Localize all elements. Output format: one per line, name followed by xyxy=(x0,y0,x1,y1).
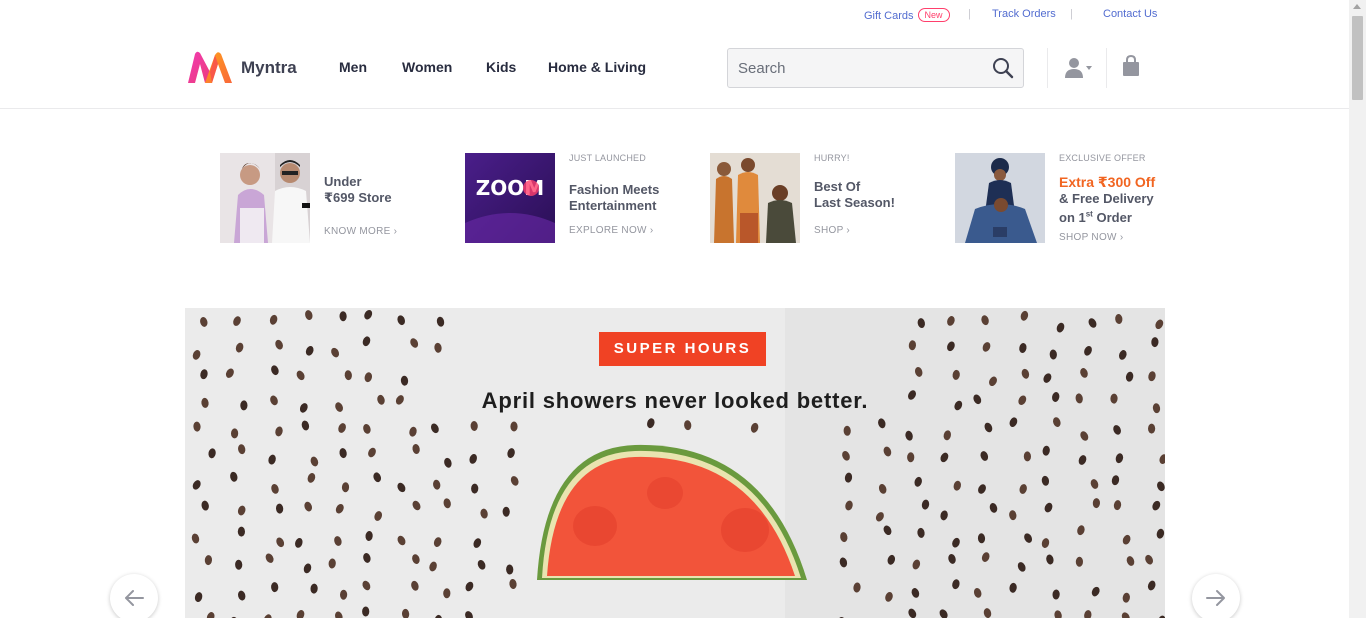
promo-title-line3: on 1st Order xyxy=(1059,210,1132,225)
divider xyxy=(1106,48,1107,88)
promo-title-line3-prefix: on 1 xyxy=(1059,210,1086,226)
new-badge: New xyxy=(917,8,950,22)
promo-title-line1: Best Of xyxy=(814,179,861,194)
search-input[interactable] xyxy=(728,49,983,87)
hero-headline: April showers never looked better. xyxy=(481,388,869,413)
carousel-next-button[interactable] xyxy=(1192,574,1240,618)
promo-title-line3-suffix: Order xyxy=(1092,210,1132,226)
nav-women[interactable]: Women xyxy=(402,59,452,75)
main-header: Myntra Men Women Kids Home & Living xyxy=(0,28,1349,109)
bag-icon[interactable] xyxy=(1121,55,1141,77)
promo-title-line2: ₹699 Store xyxy=(324,190,392,205)
arrow-left-icon xyxy=(125,590,144,606)
gift-cards-link[interactable]: Gift Cards New xyxy=(864,8,950,22)
track-orders-link[interactable]: Track Orders xyxy=(992,8,1056,20)
promo-image-zoom: ZOOM xyxy=(465,153,555,243)
promo-title-line2: & Free Delivery xyxy=(1059,191,1154,206)
promo-title: Best Of Last Season! xyxy=(814,179,895,211)
page-scrollbar[interactable] xyxy=(1349,0,1366,618)
promo-image-models xyxy=(710,153,800,243)
promo-last-season[interactable]: HURRY! Best Of Last Season! SHOP › xyxy=(710,153,930,245)
divider xyxy=(1047,48,1048,88)
utility-bar: Gift Cards New | Track Orders | Contact U… xyxy=(0,0,1349,28)
contact-us-link[interactable]: Contact Us xyxy=(1103,8,1157,20)
promo-title-line3-sup: st xyxy=(1085,210,1093,219)
promo-under-699[interactable]: Under ₹699 Store KNOW MORE › xyxy=(220,153,440,245)
promo-cta[interactable]: SHOP › xyxy=(814,225,850,236)
gift-cards-label: Gift Cards xyxy=(864,10,914,22)
brand-name[interactable]: Myntra xyxy=(241,58,297,78)
separator: | xyxy=(968,8,971,20)
scroll-up-arrow-icon[interactable] xyxy=(1353,4,1361,9)
promo-zoom[interactable]: ZOOM JUST LAUNCHED Fashion Meets Enterta… xyxy=(465,153,685,245)
hero-banner[interactable]: SUPER HOURS April showers never looked b… xyxy=(185,308,1165,618)
nav-home-living[interactable]: Home & Living xyxy=(548,59,646,75)
promo-image-kids xyxy=(955,153,1045,243)
separator: | xyxy=(1070,8,1073,20)
seed xyxy=(1148,423,1156,434)
promo-image-couple xyxy=(220,153,310,243)
super-hours-badge: SUPER HOURS xyxy=(599,332,766,366)
arrow-right-icon xyxy=(1206,590,1225,606)
promo-title: Fashion Meets Entertainment xyxy=(569,182,659,214)
nav-kids[interactable]: Kids xyxy=(486,59,516,75)
seed xyxy=(510,421,518,432)
promo-cta[interactable]: SHOP NOW › xyxy=(1059,232,1123,243)
promo-tag: JUST LAUNCHED xyxy=(569,153,646,163)
promo-tag: EXCLUSIVE OFFER xyxy=(1059,153,1146,163)
promo-title-line1: Fashion Meets xyxy=(569,182,660,197)
promo-title-line1: Under xyxy=(324,174,362,189)
seed xyxy=(237,526,245,537)
search-box xyxy=(727,48,1024,88)
promo-highlight: Extra ₹300 Off xyxy=(1059,174,1156,190)
promo-cta[interactable]: KNOW MORE › xyxy=(324,226,397,237)
promo-title-line2: Last Season! xyxy=(814,195,895,210)
nav-men[interactable]: Men xyxy=(339,59,367,75)
myntra-logo-icon[interactable] xyxy=(186,50,234,84)
promo-cta[interactable]: EXPLORE NOW › xyxy=(569,225,653,236)
scroll-thumb[interactable] xyxy=(1352,16,1363,100)
promo-tag: HURRY! xyxy=(814,153,850,163)
user-icon[interactable] xyxy=(1064,57,1094,79)
search-icon[interactable] xyxy=(992,57,1014,79)
promo-exclusive-offer[interactable]: EXCLUSIVE OFFER Extra ₹300 Off & Free De… xyxy=(955,153,1175,245)
promo-title-line2: Entertainment xyxy=(569,198,657,213)
promo-title: Under ₹699 Store xyxy=(324,174,392,206)
promo-title: Extra ₹300 Off & Free Delivery on 1st Or… xyxy=(1059,174,1155,226)
carousel-prev-button[interactable] xyxy=(110,574,158,618)
